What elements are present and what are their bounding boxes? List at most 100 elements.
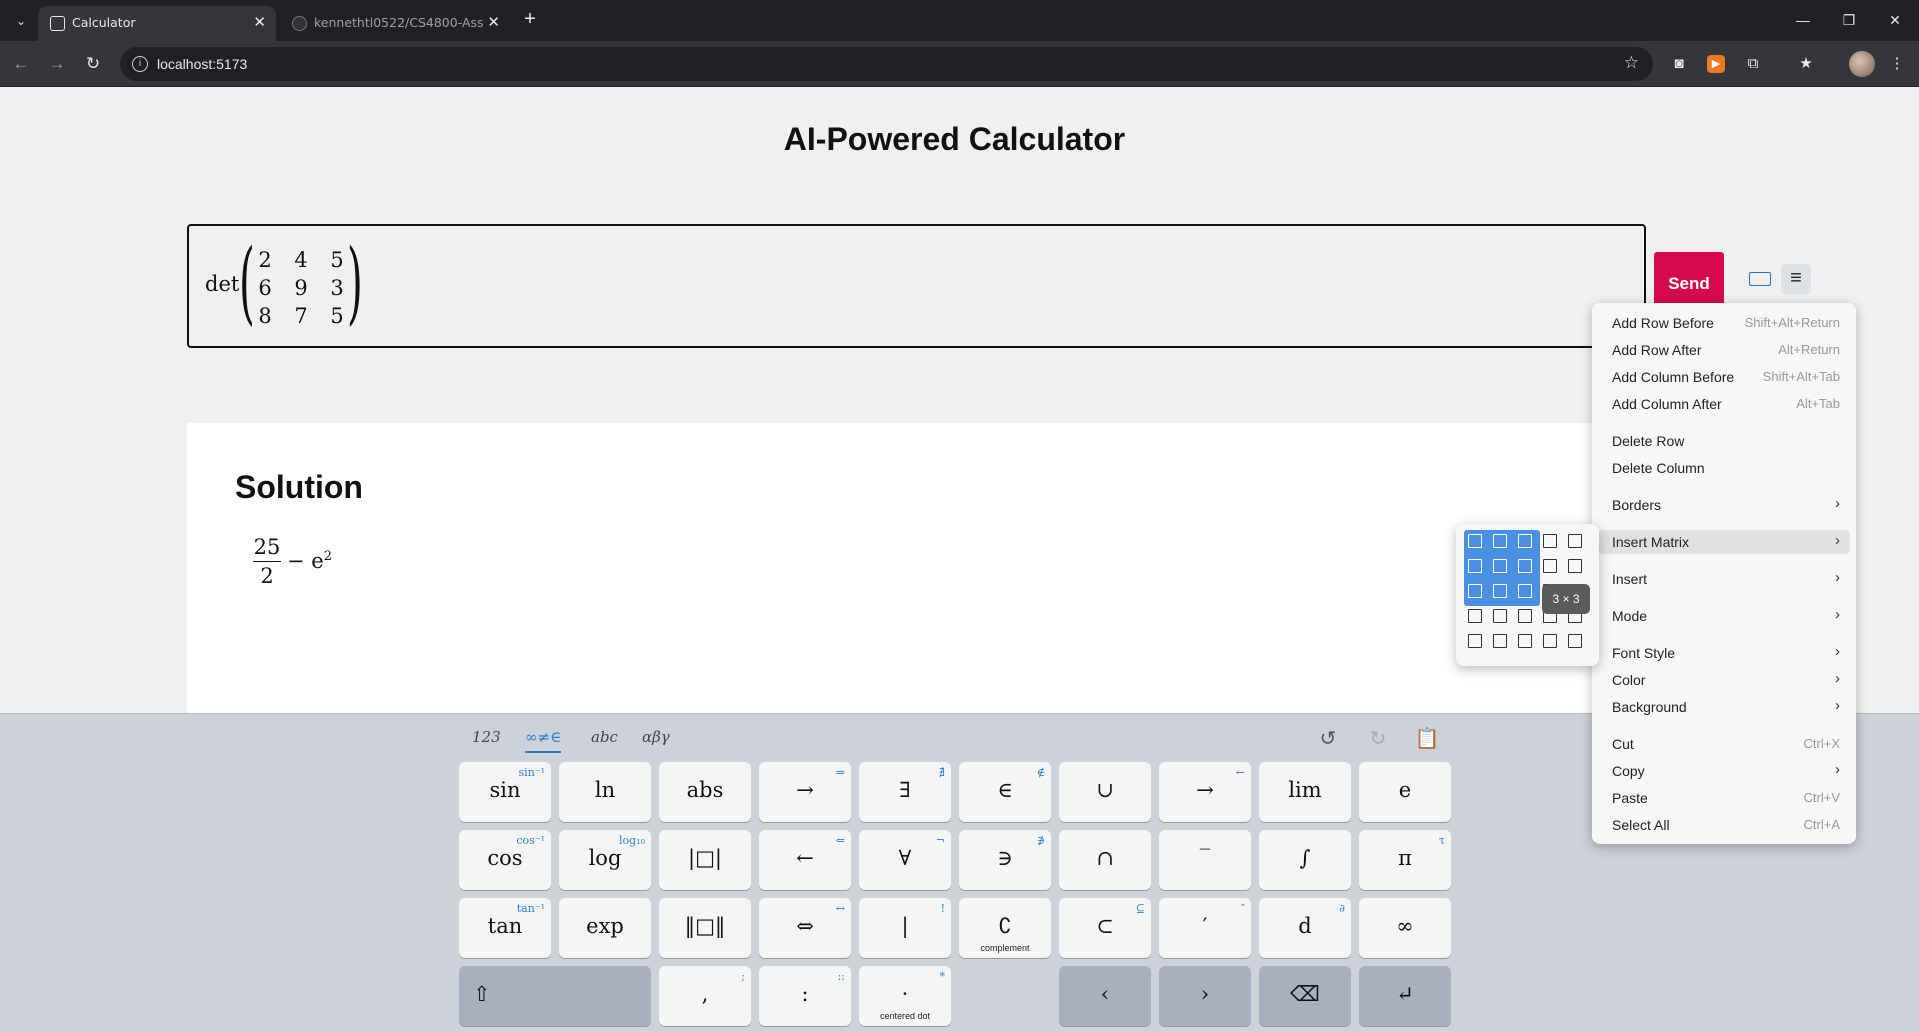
shift-key[interactable]: ⇧ bbox=[459, 966, 651, 1026]
matrix-picker-cell[interactable] bbox=[1568, 634, 1582, 648]
colon-key[interactable]: ::: bbox=[759, 966, 851, 1026]
prime-key[interactable]: ′ ″ bbox=[1159, 898, 1251, 958]
tab-search-icon[interactable]: ⌄ bbox=[8, 8, 34, 34]
redo-icon[interactable]: ↻ bbox=[1365, 726, 1391, 752]
comma-key[interactable]: ,; bbox=[659, 966, 751, 1026]
intersection-key[interactable]: ∩ bbox=[1059, 830, 1151, 890]
menu-item-color[interactable]: Color › bbox=[1598, 668, 1850, 692]
matrix-cell[interactable]: 7 bbox=[291, 304, 311, 328]
cursor-left-key[interactable]: ‹ bbox=[1059, 966, 1151, 1026]
menu-item-select-all[interactable]: Select All Ctrl+A bbox=[1598, 813, 1850, 837]
subset-key[interactable]: ⊂ ⊆ bbox=[1059, 898, 1151, 958]
centered-dot-key[interactable]: · * centered dot bbox=[859, 966, 951, 1026]
enter-key[interactable]: ↵ bbox=[1359, 966, 1451, 1026]
exp-key[interactable]: exp bbox=[559, 898, 651, 958]
matrix-picker-cell[interactable] bbox=[1468, 534, 1482, 548]
element-of-key[interactable]: ∈ ∉ bbox=[959, 762, 1051, 822]
matrix-picker-cell[interactable] bbox=[1468, 559, 1482, 573]
cos-key[interactable]: cos cos⁻¹ bbox=[459, 830, 551, 890]
complement-key[interactable]: ∁ complement bbox=[959, 898, 1051, 958]
media-extension-icon[interactable]: ▶ bbox=[1707, 55, 1725, 73]
euler-e-key[interactable]: e bbox=[1359, 762, 1451, 822]
matrix-picker-cell[interactable] bbox=[1518, 559, 1532, 573]
menu-item-copy[interactable]: Copy › bbox=[1598, 759, 1850, 783]
matrix-picker-cell[interactable] bbox=[1518, 609, 1532, 623]
layer-tab-numeric[interactable]: 123 bbox=[472, 728, 501, 746]
reload-icon[interactable]: ↻ bbox=[80, 51, 106, 77]
absolute-value-key[interactable]: |□| bbox=[659, 830, 751, 890]
backspace-key[interactable]: ⌫ bbox=[1259, 966, 1351, 1026]
menu-item-paste[interactable]: Paste Ctrl+V bbox=[1598, 786, 1850, 810]
matrix-picker-cell[interactable] bbox=[1518, 584, 1532, 598]
matrix-cell[interactable]: 4 bbox=[291, 248, 311, 272]
right-arrow-key[interactable]: → ⇒ bbox=[759, 762, 851, 822]
matrix-picker-cell[interactable] bbox=[1468, 584, 1482, 598]
norm-key[interactable]: ‖□‖ bbox=[659, 898, 751, 958]
overline-key[interactable]: ‾ bbox=[1159, 830, 1251, 890]
exists-key[interactable]: ∃ ∄ bbox=[859, 762, 951, 822]
bookmarks-icon[interactable]: ★ bbox=[1795, 53, 1817, 75]
matrix-picker-cell[interactable] bbox=[1468, 634, 1482, 648]
matrix-picker-cell[interactable] bbox=[1568, 534, 1582, 548]
address-bar[interactable]: i localhost:5173 ☆ bbox=[120, 47, 1653, 81]
extension-icon[interactable]: ◙ bbox=[1668, 53, 1690, 75]
menu-item-cut[interactable]: Cut Ctrl+X bbox=[1598, 732, 1850, 756]
matrix-cell[interactable]: 6 bbox=[255, 276, 275, 300]
limit-key[interactable]: lim bbox=[1259, 762, 1351, 822]
matrix-picker-cell[interactable] bbox=[1543, 559, 1557, 573]
matrix-picker-cell[interactable] bbox=[1518, 534, 1532, 548]
menu-item-add-column-after[interactable]: Add Column After Alt+Tab bbox=[1598, 392, 1850, 416]
matrix-cell[interactable]: 3 bbox=[327, 276, 347, 300]
menu-item-add-row-after[interactable]: Add Row After Alt+Return bbox=[1598, 338, 1850, 362]
tab-github[interactable]: kennethtl0522/CS4800-Assignm ✕ bbox=[280, 6, 510, 41]
close-window-icon[interactable]: ✕ bbox=[1872, 8, 1918, 32]
matrix-picker-cell[interactable] bbox=[1543, 534, 1557, 548]
math-input-field[interactable]: det ( ) 2 4 5 6 9 3 8 7 5 ≡ bbox=[187, 224, 1811, 348]
menu-item-delete-row[interactable]: Delete Row bbox=[1598, 429, 1850, 453]
infinity-key[interactable]: ∞ bbox=[1359, 898, 1451, 958]
sin-key[interactable]: sin sin⁻¹ bbox=[459, 762, 551, 822]
matrix-cell[interactable]: 2 bbox=[255, 248, 275, 272]
cursor-right-key[interactable]: › bbox=[1159, 966, 1251, 1026]
log-key[interactable]: log log₁₀ bbox=[559, 830, 651, 890]
abs-key[interactable]: abs bbox=[659, 762, 751, 822]
virtual-keyboard-toggle-icon[interactable] bbox=[1749, 272, 1771, 286]
differential-key[interactable]: d ∂ bbox=[1259, 898, 1351, 958]
divides-key[interactable]: |! bbox=[859, 898, 951, 958]
matrix-picker-cell[interactable] bbox=[1493, 634, 1507, 648]
menu-item-background[interactable]: Background › bbox=[1598, 695, 1850, 719]
bookmark-star-icon[interactable]: ☆ bbox=[1624, 53, 1639, 73]
for-all-key[interactable]: ∀ ¬ bbox=[859, 830, 951, 890]
matrix-picker-cell[interactable] bbox=[1493, 559, 1507, 573]
menu-item-insert-matrix[interactable]: Insert Matrix › bbox=[1598, 530, 1850, 554]
menu-item-delete-column[interactable]: Delete Column bbox=[1598, 456, 1850, 480]
back-icon[interactable]: ← bbox=[8, 51, 34, 77]
menu-item-mode[interactable]: Mode › bbox=[1598, 604, 1850, 628]
matrix-cell[interactable]: 5 bbox=[327, 248, 347, 272]
matrix-picker-cell[interactable] bbox=[1568, 559, 1582, 573]
paste-clipboard-icon[interactable]: 📋 bbox=[1414, 726, 1440, 752]
tan-key[interactable]: tan tan⁻¹ bbox=[459, 898, 551, 958]
close-tab-icon[interactable]: ✕ bbox=[253, 13, 266, 31]
ln-key[interactable]: ln bbox=[559, 762, 651, 822]
matrix-picker-cell[interactable] bbox=[1493, 609, 1507, 623]
integral-key[interactable]: ∫ bbox=[1259, 830, 1351, 890]
union-key[interactable]: ∪ bbox=[1059, 762, 1151, 822]
restore-icon[interactable]: ❐ bbox=[1826, 8, 1872, 32]
forward-icon[interactable]: → bbox=[44, 51, 70, 77]
matrix-picker-cell[interactable] bbox=[1493, 584, 1507, 598]
left-arrow-key[interactable]: ← ⇐ bbox=[759, 830, 851, 890]
matrix-picker-cell[interactable] bbox=[1468, 609, 1482, 623]
more-menu-icon[interactable]: ⋮ bbox=[1886, 53, 1908, 75]
contains-key[interactable]: ∋ ∌ bbox=[959, 830, 1051, 890]
matrix-picker-cell[interactable] bbox=[1518, 634, 1532, 648]
undo-icon[interactable]: ↺ bbox=[1315, 726, 1341, 752]
menu-icon[interactable]: ≡ bbox=[1781, 264, 1811, 294]
pi-key[interactable]: πτ bbox=[1359, 830, 1451, 890]
matrix-cell[interactable]: 8 bbox=[255, 304, 275, 328]
minimize-icon[interactable]: — bbox=[1780, 8, 1826, 32]
profile-avatar[interactable] bbox=[1849, 51, 1875, 77]
tab-calculator[interactable]: Calculator ✕ bbox=[38, 6, 276, 41]
puzzle-icon[interactable]: ⧉ bbox=[1742, 53, 1764, 75]
menu-item-insert[interactable]: Insert › bbox=[1598, 567, 1850, 591]
